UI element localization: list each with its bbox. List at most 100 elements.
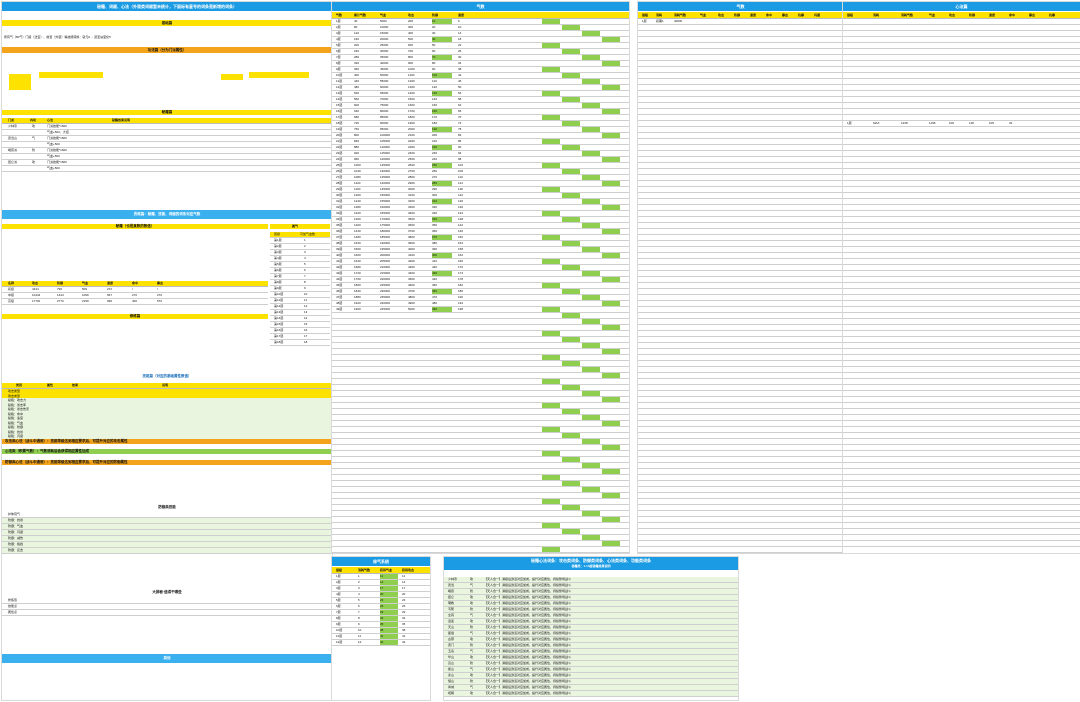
table-cell: 44 — [380, 640, 398, 645]
table-cell: 120000 — [380, 157, 391, 161]
table-cell: 80000 — [380, 109, 389, 113]
table-cell: 500 — [408, 37, 414, 41]
progress-cell — [542, 115, 560, 120]
table-cell: 840 — [354, 139, 360, 143]
table-cell: 6 — [458, 19, 460, 23]
table-row: 高级 17700 2770 2159 990 400 570 — [2, 299, 268, 305]
progress-cell — [602, 133, 620, 138]
column-header: 层级 — [642, 13, 649, 17]
table-cell: 19层 — [336, 127, 343, 131]
table-cell: 240000 — [380, 301, 391, 305]
table-cell: 崆峒 — [448, 691, 455, 695]
table-cell: 80 — [432, 61, 436, 65]
table-cell: 第17层 — [274, 334, 284, 338]
table-cell: 【天人合一】满级后激活对应加成，提升对应属性，持续整场战斗 — [484, 589, 572, 593]
progress-cell — [562, 145, 580, 150]
table-cell: 90 — [432, 67, 436, 71]
table-cell: 2600 — [408, 163, 415, 167]
progress-cell — [562, 97, 580, 102]
table-cell: 29 — [380, 610, 398, 615]
qi-table: 1层 40 5000 200 10 6 2层 80 10000 300 20 10 3层 120 15000… — [332, 19, 629, 553]
progress-cell — [602, 517, 620, 522]
table-cell: 880 — [354, 145, 360, 149]
table-cell: 35层 — [336, 223, 343, 227]
progress-cell — [562, 121, 580, 126]
table-cell: 12层 — [336, 640, 343, 644]
progress-cell — [542, 451, 560, 456]
table-cell: 攻 — [470, 595, 474, 599]
column-header: 气数 — [336, 13, 343, 17]
right-panel-header — [270, 224, 330, 229]
progress-cell — [562, 457, 580, 462]
table-cell: 攻 — [470, 673, 474, 677]
table-cell: 142 — [458, 223, 464, 227]
table-cell: 【天人合一】满级后激活对应加成，提升对应属性，持续整场战斗 — [484, 673, 572, 677]
column-header: 累计气数 — [354, 13, 367, 17]
table-cell: 34 — [458, 61, 462, 65]
table-cell: 215000 — [380, 271, 391, 275]
table-cell: 205000 — [380, 259, 391, 263]
table-cell: 气 — [470, 667, 474, 671]
progress-cell — [562, 265, 580, 270]
table-cell: 【天人合一】满级后激活对应加成，提升对应属性，持续整场战斗 — [484, 577, 572, 581]
table-cell: 防 — [470, 661, 474, 665]
sheet-panel-heart[interactable]: 心法篇 层级 消耗 消耗气数 气血 攻击 防御 速度 命中 暴击 抗暴 1层 MAX 1228 1195… — [842, 1, 1080, 554]
table-cell: 1840 — [354, 289, 361, 293]
progress-cell — [582, 247, 600, 252]
table-cell: 800 — [408, 55, 414, 59]
table-cell: 15000 — [380, 31, 389, 35]
table-cell: 98 — [458, 157, 462, 161]
sheet-panel-skills[interactable]: 秘籍心法词条：攻击类词条、防御类词条、心法类词条、功能类词条 秘籍类：1-10层… — [443, 556, 739, 701]
table-cell: 220 — [432, 145, 452, 150]
progress-cell — [602, 325, 620, 330]
table-cell: 6 — [304, 268, 306, 272]
progress-cell — [582, 223, 600, 228]
table-cell: 270 — [432, 175, 438, 179]
table-cell: 防 — [470, 607, 474, 611]
transfer-section-bar: 历练篇：秘籍、技能、词缀的词条对应气数 — [2, 210, 332, 219]
table-cell: 110000 — [380, 145, 390, 149]
table-cell: 17 — [380, 586, 398, 591]
table-cell: 2 — [358, 580, 360, 584]
table-cell: 1120 — [354, 181, 361, 185]
table-cell: 38层 — [336, 241, 343, 245]
table-cell: 修炼值 — [8, 598, 18, 602]
qi-title-bar: 气数 — [332, 2, 629, 11]
table-cell: 3900 — [408, 241, 415, 245]
table-cell: 55000 — [380, 79, 389, 83]
progress-cell — [602, 445, 620, 450]
table-cell: 4 — [304, 256, 306, 260]
table-cell: 8 — [358, 616, 360, 620]
clan-header-3: 秘籍效果说明 — [112, 118, 131, 122]
sheet-panel-qi-2[interactable]: 气数 层级 消耗 消耗气数 气血 攻击 防御 速度 命中 暴击 抗暴 闪避 1层 初期1 40000 — [637, 1, 844, 554]
sheet-panel-guide[interactable]: 秘籍、词缀、心法（外观类词缀暂未统计，下面标有星号的词条是新增的词条） 基础篇 … — [1, 1, 333, 701]
progress-cell — [542, 355, 560, 360]
progress-cell — [602, 37, 620, 42]
table-cell: 150 — [458, 235, 464, 239]
table-cell: 2100 — [408, 133, 415, 137]
highlight-line-1: 攻击类心法（战斗中通用）：技能等级达到相应要求后，可提升对应的攻击属性 — [2, 439, 332, 444]
table-cell: 85000 — [380, 115, 389, 119]
table-cell: 23层 — [336, 151, 343, 155]
sheet-panel-cultivation[interactable]: 修气系统 层级 消耗气数 获得气血 获得攻击 1层 1 11 11 2层 2 14 14 3层 3 17 1… — [331, 556, 431, 701]
table-cell: 29层 — [336, 187, 343, 191]
column-header: 攻击 — [949, 13, 956, 17]
table-cell: 158 — [458, 247, 464, 251]
table-cell: 属性点 — [8, 610, 18, 614]
progress-cell — [542, 283, 560, 288]
table-cell: 105000 — [380, 139, 391, 143]
table-cell: 235000 — [380, 295, 391, 299]
table-cell: 370 — [432, 235, 452, 240]
heart-empty-rows: 1层 MAX 1228 1195 100 118 105 32 — [843, 19, 1080, 553]
table-cell: 26层 — [336, 169, 343, 173]
table-cell: 3300 — [408, 205, 415, 209]
secret-section-bar: 秘籍篇 — [2, 110, 332, 115]
column-header: 层级 — [336, 568, 343, 572]
table-cell: 46层 — [336, 289, 343, 293]
sheet-panel-qi[interactable]: 气数 气数 累计气数 气血 攻击 防御 速度 1层 40 5000 200 10 6 2层 80 1000… — [331, 1, 630, 554]
table-cell: 165000 — [380, 211, 391, 215]
table-cell: 280 — [432, 181, 452, 186]
clan-right-label — [221, 74, 243, 80]
table-cell: 700 — [408, 49, 414, 53]
table-cell: 16 — [304, 328, 308, 332]
